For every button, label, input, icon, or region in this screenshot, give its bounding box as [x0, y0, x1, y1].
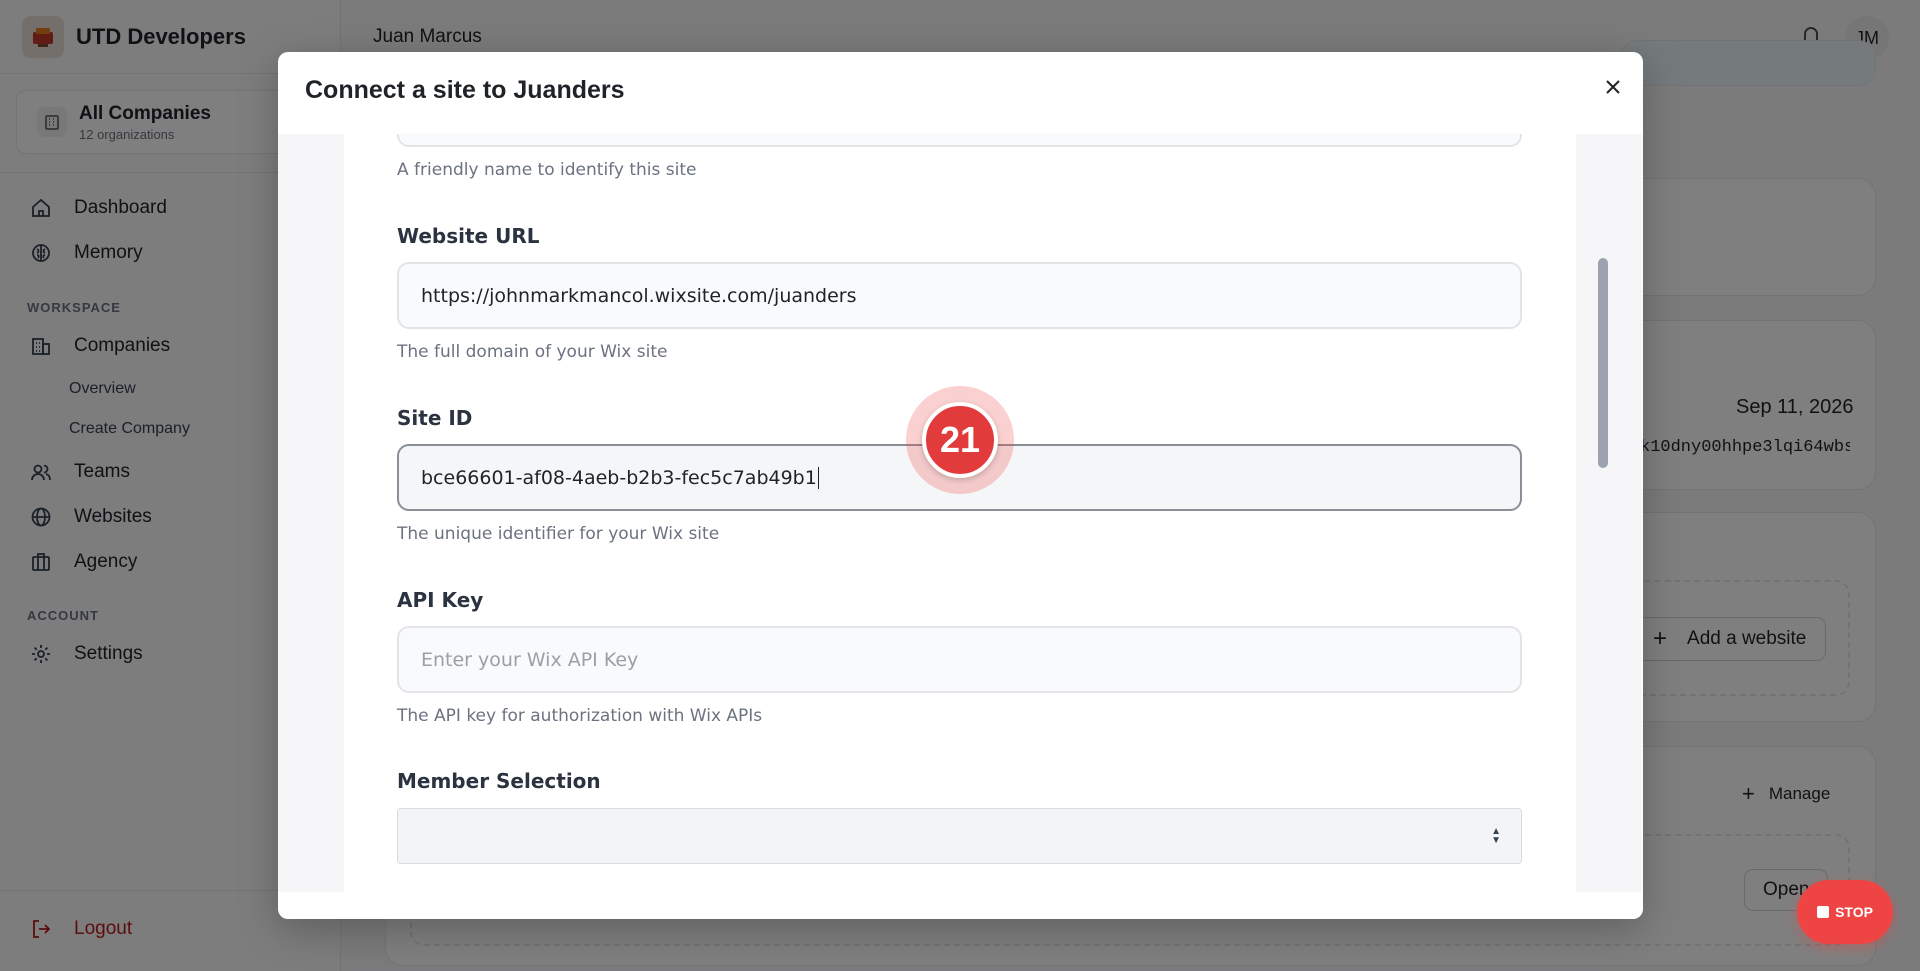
stop-square-icon	[1817, 906, 1830, 918]
website-url-value: https://johnmarkmancol.wixsite.com/juand…	[421, 284, 857, 307]
site-id-label: Site ID	[397, 406, 473, 430]
website-url-label: Website URL	[397, 224, 540, 248]
api-key-input[interactable]: Enter your Wix API Key	[397, 626, 1522, 693]
api-key-hint: The API key for authorization with Wix A…	[397, 706, 763, 726]
site-id-value: bce66601-af08-4aeb-b2b3-fec5c7ab49b1	[421, 466, 817, 489]
modal-scrollbar-thumb[interactable]	[1598, 258, 1608, 468]
website-url-input[interactable]: https://johnmarkmancol.wixsite.com/juand…	[397, 262, 1522, 329]
modal-gutter	[278, 134, 344, 892]
text-caret	[817, 466, 819, 489]
close-icon[interactable]	[1598, 72, 1628, 102]
modal-title: Connect a site to Juanders	[305, 76, 625, 104]
step-badge: 21	[906, 386, 1014, 494]
api-key-placeholder: Enter your Wix API Key	[421, 648, 639, 671]
site-id-hint: The unique identifier for your Wix site	[397, 524, 720, 544]
modal-gutter	[1576, 134, 1642, 892]
member-selection-select[interactable]: ▲ ▼	[397, 808, 1522, 864]
site-name-hint: A friendly name to identify this site	[397, 160, 697, 180]
api-key-label: API Key	[397, 588, 484, 612]
website-url-hint: The full domain of your Wix site	[397, 342, 668, 362]
stop-label: STOP	[1835, 904, 1873, 920]
select-arrows-icon: ▲ ▼	[1491, 826, 1501, 846]
member-selection-label: Member Selection	[397, 769, 601, 793]
stop-button[interactable]: STOP	[1797, 880, 1893, 944]
step-badge-number: 21	[922, 402, 998, 478]
